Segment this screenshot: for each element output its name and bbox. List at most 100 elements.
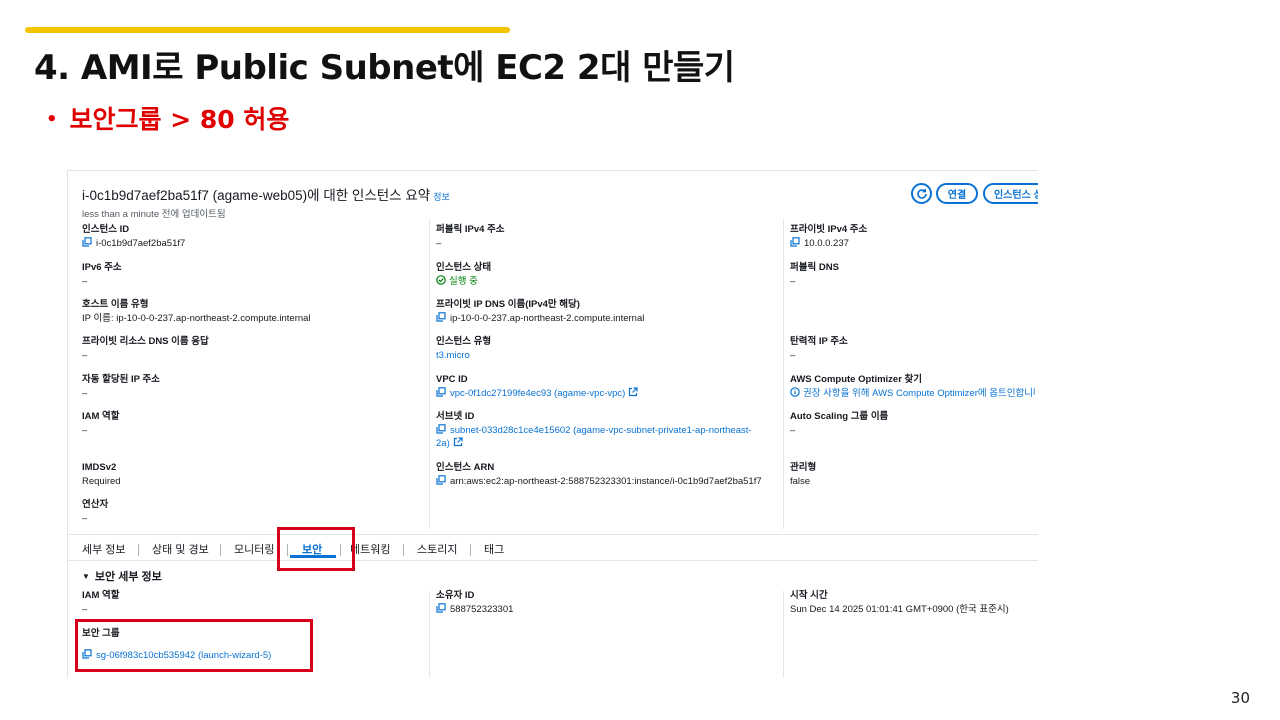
vpc-id-link[interactable]: vpc-0f1dc27199fe4ec93 (agame-vpc-vpc): [450, 388, 625, 399]
updated-text: less than a minute 전에 업데이트됨: [82, 209, 226, 220]
info-link[interactable]: 정보: [433, 192, 450, 202]
tabs-divider: [68, 534, 1038, 535]
field-label: 소유자 ID: [436, 590, 475, 601]
copy-icon[interactable]: [436, 387, 446, 397]
field-label: 호스트 이름 유형: [82, 299, 149, 310]
field-label: 연산자: [82, 499, 109, 510]
copy-icon[interactable]: [436, 312, 446, 322]
field-label: 관리형: [790, 462, 817, 473]
private-ip-dns-value: ip-10-0-0-237.ap-northeast-2.compute.int…: [450, 313, 645, 324]
tab-networking[interactable]: 네트워킹: [350, 541, 390, 557]
private-ipv4-value: 10.0.0.237: [804, 238, 849, 249]
copy-icon[interactable]: [436, 424, 446, 434]
instance-summary-header: i-0c1b9d7aef2ba51f7 (agame-web05)에 대한 인스…: [82, 184, 450, 204]
column-divider: [429, 591, 430, 678]
field-value: –: [82, 425, 88, 436]
tab-details[interactable]: 세부 정보: [82, 541, 126, 557]
tab-storage[interactable]: 스토리지: [417, 541, 457, 557]
field-label: 퍼블릭 DNS: [790, 262, 839, 273]
field-value: –: [790, 276, 796, 287]
field-label: 프라이빗 IP DNS 이름(IPv4만 해당): [436, 299, 580, 310]
caret-down-icon: ▼: [82, 572, 90, 581]
instance-arn-value: arn:aws:ec2:ap-northeast-2:588752323301:…: [450, 476, 762, 487]
copy-icon[interactable]: [790, 237, 800, 247]
field-auto-scaling: Auto Scaling 그룹 이름 –: [790, 410, 1038, 437]
field-vpc-id: VPC ID vpc-0f1dc27199fe4ec93 (agame-vpc-…: [436, 373, 776, 400]
instance-state-button[interactable]: 인스턴스 상: [983, 183, 1038, 204]
security-details-title: 보안 세부 정보: [94, 571, 162, 583]
field-value[interactable]: 권장 사항을 위해 AWS Compute Optimizer에 옵트인합니다: [790, 387, 1035, 400]
field-value: –: [82, 350, 88, 361]
field-instance-id: 인스턴스 ID i-0c1b9d7aef2ba51f7: [82, 223, 422, 250]
field-ipv6: IPv6 주소 –: [82, 261, 422, 288]
bullet-dot-icon: •: [46, 109, 58, 130]
instance-type-link[interactable]: t3.micro: [436, 349, 776, 362]
tab-separator: [220, 544, 221, 556]
field-private-ip-dns: 프라이빗 IP DNS 이름(IPv4만 해당) ip-10-0-0-237.a…: [436, 298, 776, 325]
field-owner-id: 소유자 ID 588752323301: [436, 589, 776, 616]
copy-icon[interactable]: [436, 603, 446, 613]
field-label: 탄력적 IP 주소: [790, 336, 848, 347]
highlight-security-group: [75, 619, 313, 672]
connect-button[interactable]: 연결: [936, 183, 978, 204]
field-value: Sun Dec 14 2025 01:01:41 GMT+0900 (한국 표준…: [790, 604, 1009, 615]
tab-separator: [403, 544, 404, 556]
page-number: 30: [1230, 689, 1250, 707]
external-link-icon: [629, 387, 638, 397]
field-value: arn:aws:ec2:ap-northeast-2:588752323301:…: [436, 475, 776, 488]
field-iam-role: IAM 역할 –: [82, 410, 422, 437]
field-value[interactable]: subnet-033d28c1ce4e15602 (agame-vpc-subn…: [436, 424, 776, 450]
external-link-icon: [453, 437, 463, 447]
field-security-iam-role: IAM 역할 –: [82, 589, 422, 616]
column-divider: [783, 591, 784, 678]
tab-tags[interactable]: 태그: [484, 541, 504, 557]
field-label: AWS Compute Optimizer 찾기: [790, 374, 923, 385]
field-label: VPC ID: [436, 374, 468, 385]
field-label: Auto Scaling 그룹 이름: [790, 411, 889, 422]
bullet-text: 보안그룹 > 80 허용: [69, 105, 290, 134]
field-hostname-type: 호스트 이름 유형 IP 이름: ip-10-0-0-237.ap-northe…: [82, 298, 422, 325]
tab-monitoring[interactable]: 모니터링: [234, 541, 274, 557]
field-instance-arn: 인스턴스 ARN arn:aws:ec2:ap-northeast-2:5887…: [436, 461, 776, 488]
refresh-icon: [916, 188, 927, 199]
field-value: Required: [82, 476, 121, 487]
field-value[interactable]: vpc-0f1dc27199fe4ec93 (agame-vpc-vpc): [436, 387, 776, 400]
field-label: IAM 역할: [82, 590, 120, 601]
field-label: 서브넷 ID: [436, 411, 475, 422]
field-label: 시작 시간: [790, 590, 828, 601]
field-label: 인스턴스 유형: [436, 336, 492, 347]
tab-status-alarms[interactable]: 상태 및 경보: [152, 541, 209, 557]
field-label: 인스턴스 ARN: [436, 462, 495, 473]
slide-title: 4. AMI로 Public Subnet에 EC2 2대 만들기: [34, 48, 735, 88]
field-label: 프라이빗 리소스 DNS 이름 응답: [82, 336, 209, 347]
instance-summary-title: i-0c1b9d7aef2ba51f7 (agame-web05)에 대한 인스…: [82, 188, 431, 203]
field-public-dns: 퍼블릭 DNS –: [790, 261, 1038, 288]
field-value: –: [82, 388, 88, 399]
compute-optimizer-link[interactable]: 권장 사항을 위해 AWS Compute Optimizer에 옵트인합니다: [803, 388, 1035, 399]
check-circle-icon: [436, 275, 446, 285]
instance-state-value: 실행 중: [449, 276, 478, 287]
field-value: false: [790, 476, 811, 487]
copy-icon[interactable]: [82, 237, 92, 247]
subnet-id-link[interactable]: subnet-033d28c1ce4e15602 (agame-vpc-subn…: [450, 425, 752, 436]
field-imdsv2: IMDSv2 Required: [82, 461, 422, 488]
security-details-toggle[interactable]: ▼ 보안 세부 정보: [82, 568, 162, 584]
tab-separator: [138, 544, 139, 556]
field-instance-state: 인스턴스 상태 실행 중: [436, 261, 776, 288]
field-elastic-ip: 탄력적 IP 주소 –: [790, 335, 1038, 362]
subnet-id-link-cont[interactable]: 2a): [436, 438, 450, 449]
field-value: –: [436, 238, 442, 249]
field-value: –: [790, 425, 796, 436]
field-label: IPv6 주소: [82, 262, 122, 273]
field-value: –: [82, 276, 88, 287]
refresh-button[interactable]: [911, 183, 932, 204]
field-value: –: [82, 513, 88, 524]
field-label: 자동 할당된 IP 주소: [82, 374, 160, 385]
slide-bullet: • 보안그룹 > 80 허용: [46, 100, 289, 136]
aws-console-screenshot: i-0c1b9d7aef2ba51f7 (agame-web05)에 대한 인스…: [67, 170, 1038, 678]
field-value: 10.0.0.237: [790, 237, 1038, 250]
highlight-security-tab: [277, 527, 355, 571]
copy-icon[interactable]: [436, 475, 446, 485]
field-label: IMDSv2: [82, 462, 117, 473]
column-divider: [429, 219, 430, 529]
